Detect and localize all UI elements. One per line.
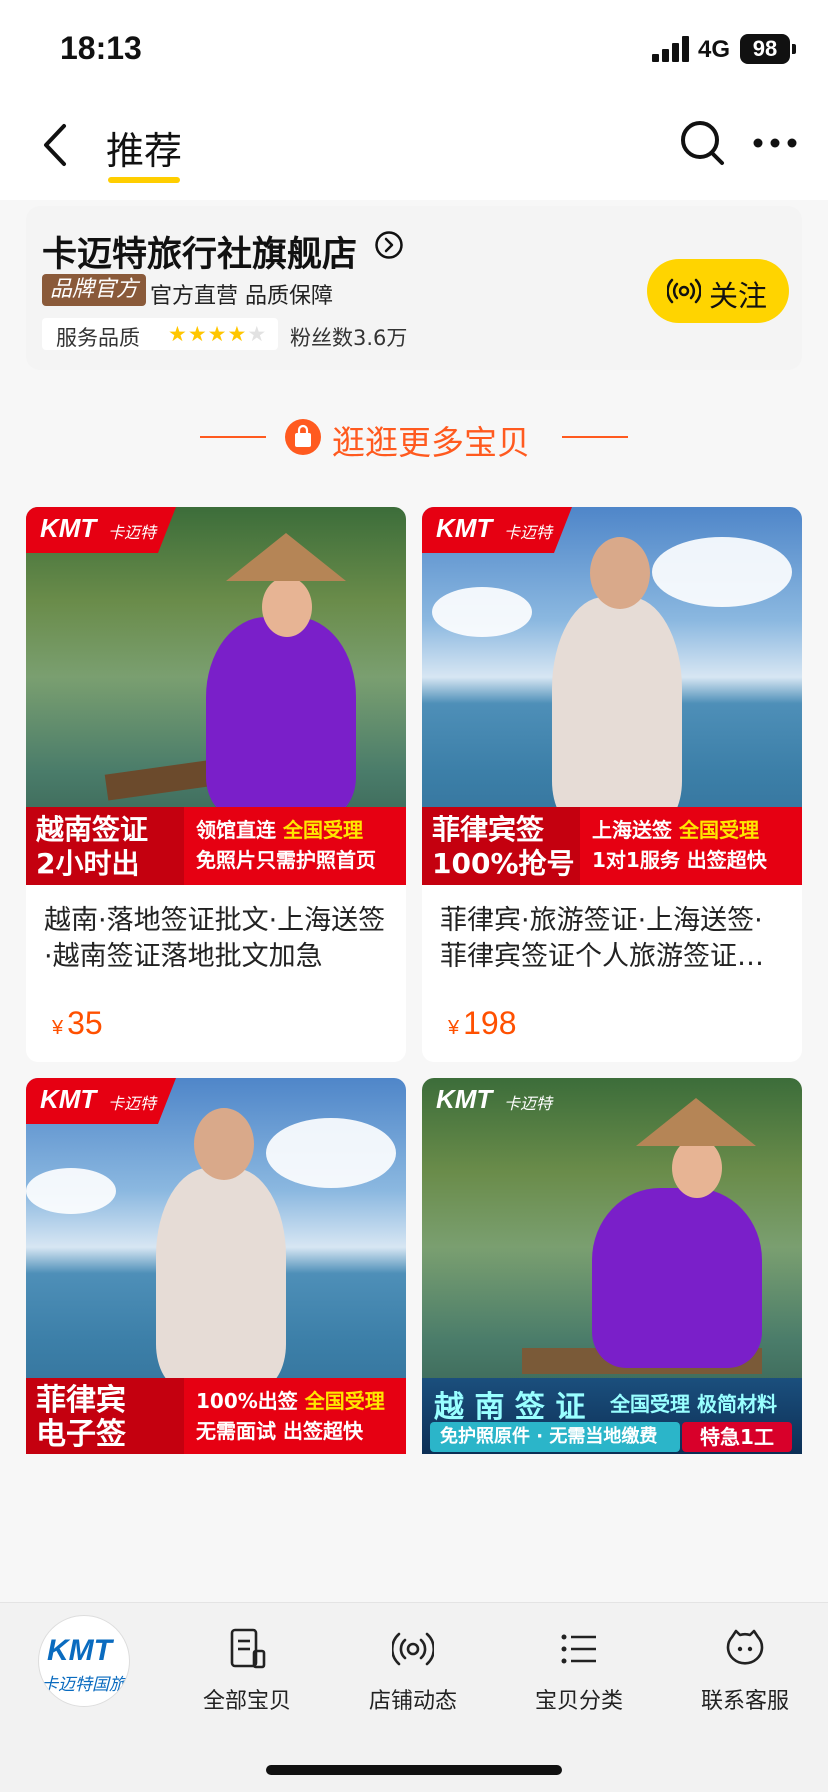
product-price: ¥198	[448, 1005, 517, 1041]
kmt-logo: KMT 卡迈特	[26, 507, 176, 553]
tab-customer-service[interactable]: 联系客服	[680, 1627, 810, 1727]
service-rating: 服务品质 ★★★★★	[42, 318, 278, 350]
urgent-badge: 特急1工	[682, 1422, 792, 1452]
product-image[interactable]: KMT 卡迈特 菲律宾签 100%抢号 上海送签 全国受理 1对1服务 出签超快	[422, 507, 802, 885]
status-time: 18:13	[60, 30, 142, 66]
battery-icon: 98	[740, 34, 790, 64]
more-icon[interactable]	[752, 130, 798, 156]
broadcast-icon	[392, 1632, 434, 1666]
tab-label: 店铺动态	[368, 1689, 457, 1714]
search-icon[interactable]	[678, 118, 726, 168]
network-type: 4G	[698, 36, 731, 63]
tab-label: 全部宝贝	[202, 1689, 291, 1714]
tab-categories[interactable]: 宝贝分类	[514, 1627, 644, 1727]
product-title[interactable]: 菲律宾·旅游签证·上海送签·菲律宾签证个人旅游签证…	[440, 903, 784, 975]
status-bar: 18:13 4G 98	[0, 0, 828, 100]
signal-icon	[652, 36, 692, 62]
broadcast-icon	[667, 278, 701, 304]
store-tagline: 官方直营 品质保障	[150, 284, 333, 309]
divider-left	[200, 436, 266, 438]
follow-label: 关注	[709, 279, 768, 313]
nav-header: 推荐	[0, 100, 828, 200]
banner-sub-text: 全国受理 极简材料	[610, 1392, 777, 1416]
chevron-right-circle-icon[interactable]	[374, 230, 404, 260]
bottom-tabbar: KMT 卡迈特国旅 全部宝贝 店铺动态 宝贝分类 联系客服	[0, 1602, 828, 1792]
product-card[interactable]: KMT 卡迈特 菲律宾签 100%抢号 上海送签 全国受理 1对1服务 出签超快 菲…	[422, 507, 802, 1062]
tab-label: 宝贝分类	[534, 1689, 623, 1714]
product-image[interactable]: KMT 卡迈特 越 南 签 证 全国受理 极简材料 免护照原件 · 无需当地缴费 …	[422, 1078, 802, 1454]
section-heading: 逛逛更多宝贝	[0, 410, 828, 464]
product-banner: 越南签证 2小时出 领馆直连 全国受理 免照片只需护照首页	[26, 807, 406, 885]
rating-label: 服务品质	[56, 326, 140, 350]
follow-button[interactable]: 关注	[647, 259, 789, 323]
kmt-logo: KMT 卡迈特	[26, 1078, 176, 1124]
shopping-bag-icon	[285, 419, 321, 455]
product-card[interactable]: KMT 卡迈特 菲律宾 电子签 100%出签 全国受理 无需面试 出签超快	[26, 1078, 406, 1454]
tab-recommend[interactable]: 推荐	[106, 120, 182, 175]
kmt-logo: KMT 卡迈特	[422, 507, 572, 553]
battery-tip	[792, 44, 796, 54]
product-banner: 菲律宾签 100%抢号 上海送签 全国受理 1对1服务 出签超快	[422, 807, 802, 885]
product-title[interactable]: 越南·落地签证批文·上海送签·越南签证落地批文加急	[44, 903, 388, 975]
home-indicator[interactable]	[266, 1765, 562, 1775]
product-image[interactable]: KMT 卡迈特 菲律宾 电子签 100%出签 全国受理 无需面试 出签超快	[26, 1078, 406, 1454]
rating-stars-icon: ★★★★★	[168, 322, 268, 346]
shop-avatar[interactable]: KMT 卡迈特国旅	[38, 1615, 130, 1707]
section-title: 逛逛更多宝贝	[332, 423, 530, 462]
banner-main-text: 越南签证 2小时出	[26, 807, 184, 885]
product-banner: 菲律宾 电子签 100%出签 全国受理 无需面试 出签超快	[26, 1378, 406, 1454]
brand-official-badge: 品牌官方	[42, 274, 147, 306]
kmt-logo: KMT 卡迈特	[436, 1084, 553, 1114]
document-icon	[230, 1628, 266, 1669]
back-icon[interactable]	[36, 120, 76, 170]
product-card[interactable]: KMT 卡迈特 越南签证 2小时出 领馆直连 全国受理 免照片只需护照首页 越南·落…	[26, 507, 406, 1062]
list-icon	[561, 1634, 596, 1664]
tab-all-items[interactable]: 全部宝贝	[182, 1627, 312, 1727]
tab-label: 联系客服	[700, 1689, 789, 1714]
product-image[interactable]: KMT 卡迈特 越南签证 2小时出 领馆直连 全国受理 免照片只需护照首页	[26, 507, 406, 885]
service-icon	[726, 1629, 764, 1665]
product-price: ¥35	[52, 1005, 103, 1041]
banner-main-text: 越 南 签 证	[434, 1390, 586, 1425]
product-card[interactable]: KMT 卡迈特 越 南 签 证 全国受理 极简材料 免护照原件 · 无需当地缴费 …	[422, 1078, 802, 1454]
fans-count: 粉丝数3.6万	[290, 326, 408, 350]
divider-right	[562, 436, 628, 438]
store-name[interactable]: 卡迈特旅行社旗舰店	[42, 226, 357, 277]
store-card[interactable]: 卡迈特旅行社旗舰店 品牌官方 官方直营 品质保障 服务品质 ★★★★★ 粉丝数3…	[26, 206, 802, 370]
banner-sub-text: 上海送签 全国受理 1对1服务 出签超快	[592, 818, 767, 872]
banner-main-text: 菲律宾 电子签	[26, 1378, 184, 1454]
banner-note: 免护照原件 · 无需当地缴费	[430, 1422, 680, 1452]
banner-main-text: 菲律宾签 100%抢号	[422, 807, 580, 885]
banner-sub-text: 领馆直连 全国受理 免照片只需护照首页	[196, 818, 376, 872]
tab-store-updates[interactable]: 店铺动态	[348, 1627, 478, 1727]
product-banner: 越 南 签 证 全国受理 极简材料 免护照原件 · 无需当地缴费 特急1工	[422, 1378, 802, 1454]
tab-active-indicator	[108, 177, 180, 183]
banner-sub-text: 100%出签 全国受理 无需面试 出签超快	[196, 1389, 385, 1443]
